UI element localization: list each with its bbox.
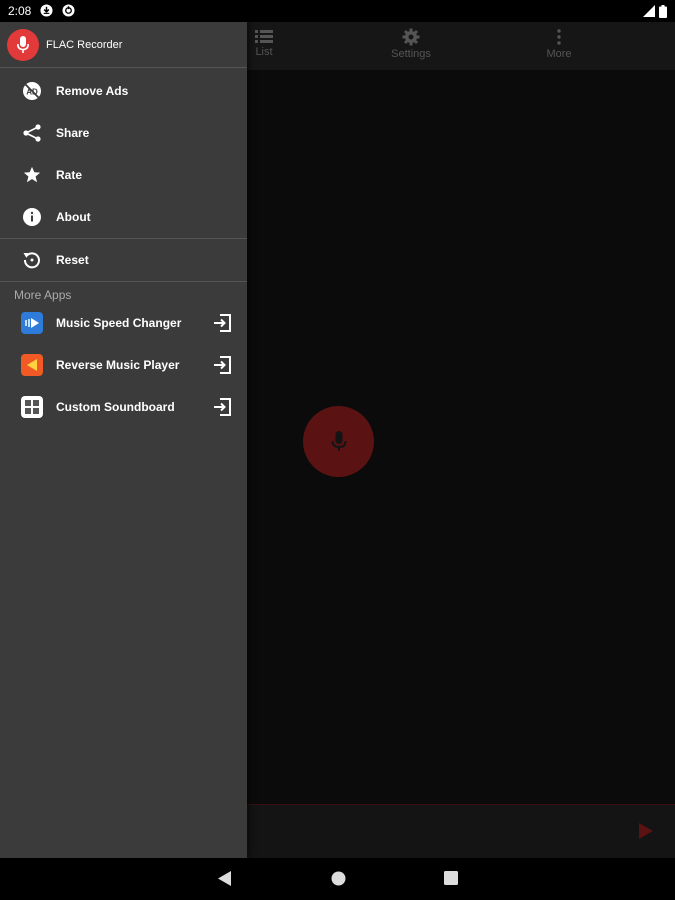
soundboard-app-icon [21,396,43,418]
app-toolbar: List Settings More [247,22,675,70]
drawer-item-label: Music Speed Changer [56,316,182,330]
reset-icon [21,249,43,271]
screen: 2:08 List Settings More FLAC Recorder Re… [0,0,675,900]
drawer-divider [0,281,247,282]
navigation-bar [0,858,675,900]
drawer-item-remove-ads[interactable]: AD Remove Ads [0,70,247,112]
signal-icon [643,5,655,17]
drawer-item-label: Reset [56,253,89,267]
no-ads-icon: AD [21,80,43,102]
back-icon[interactable] [218,871,232,886]
gear-icon [402,28,420,46]
tab-more-label: More [546,48,572,60]
more-vert-icon [557,29,561,45]
microphone-icon [331,430,346,451]
open-external-icon[interactable] [212,355,232,375]
more-app-reverse-music-player[interactable]: Reverse Music Player [0,344,247,386]
drawer-item-label: Rate [56,168,83,182]
more-app-custom-soundboard[interactable]: Custom Soundboard [0,386,247,428]
app-name: FLAC Recorder [46,39,123,51]
status-bar: 2:08 [0,0,675,22]
drawer-item-reset[interactable]: Reset [0,239,247,281]
more-apps-title: More Apps [14,288,72,302]
drawer-item-label: Share [56,126,90,140]
tab-list-label: List [255,46,273,58]
app-logo [7,29,39,61]
tab-settings-label: Settings [391,48,431,60]
tab-settings[interactable]: Settings [381,28,441,60]
microphone-logo-icon [17,36,29,53]
drawer-item-about[interactable]: About [0,196,247,238]
navigation-drawer: FLAC Recorder AD Remove Ads [0,22,247,858]
drawer-item-label: Remove Ads [56,84,129,98]
reverse-player-app-icon [21,354,43,376]
play-icon[interactable] [639,823,653,839]
drawer-header: FLAC Recorder [0,22,247,68]
record-button[interactable] [303,406,374,477]
open-external-icon[interactable] [212,397,232,417]
recents-icon[interactable] [444,871,458,885]
drawer-item-label: Custom Soundboard [56,400,175,414]
drawer-item-share[interactable]: Share [0,112,247,154]
speed-changer-app-icon [21,312,43,334]
drawer-item-label: About [56,210,91,224]
battery-icon [659,4,667,18]
status-time: 2:08 [8,4,32,18]
home-icon[interactable] [331,871,346,886]
download-notification-icon [40,4,53,17]
share-icon [21,122,43,144]
list-icon [255,30,273,43]
star-icon [21,164,43,186]
drawer-item-label: Reverse Music Player [56,358,180,372]
info-icon [21,206,43,228]
tab-more[interactable]: More [529,28,589,60]
open-external-icon[interactable] [212,313,232,333]
more-app-music-speed-changer[interactable]: Music Speed Changer [0,302,247,344]
player-panel [247,804,675,858]
sync-notification-icon [62,4,75,17]
status-right [643,4,667,18]
drawer-item-rate[interactable]: Rate [0,154,247,196]
